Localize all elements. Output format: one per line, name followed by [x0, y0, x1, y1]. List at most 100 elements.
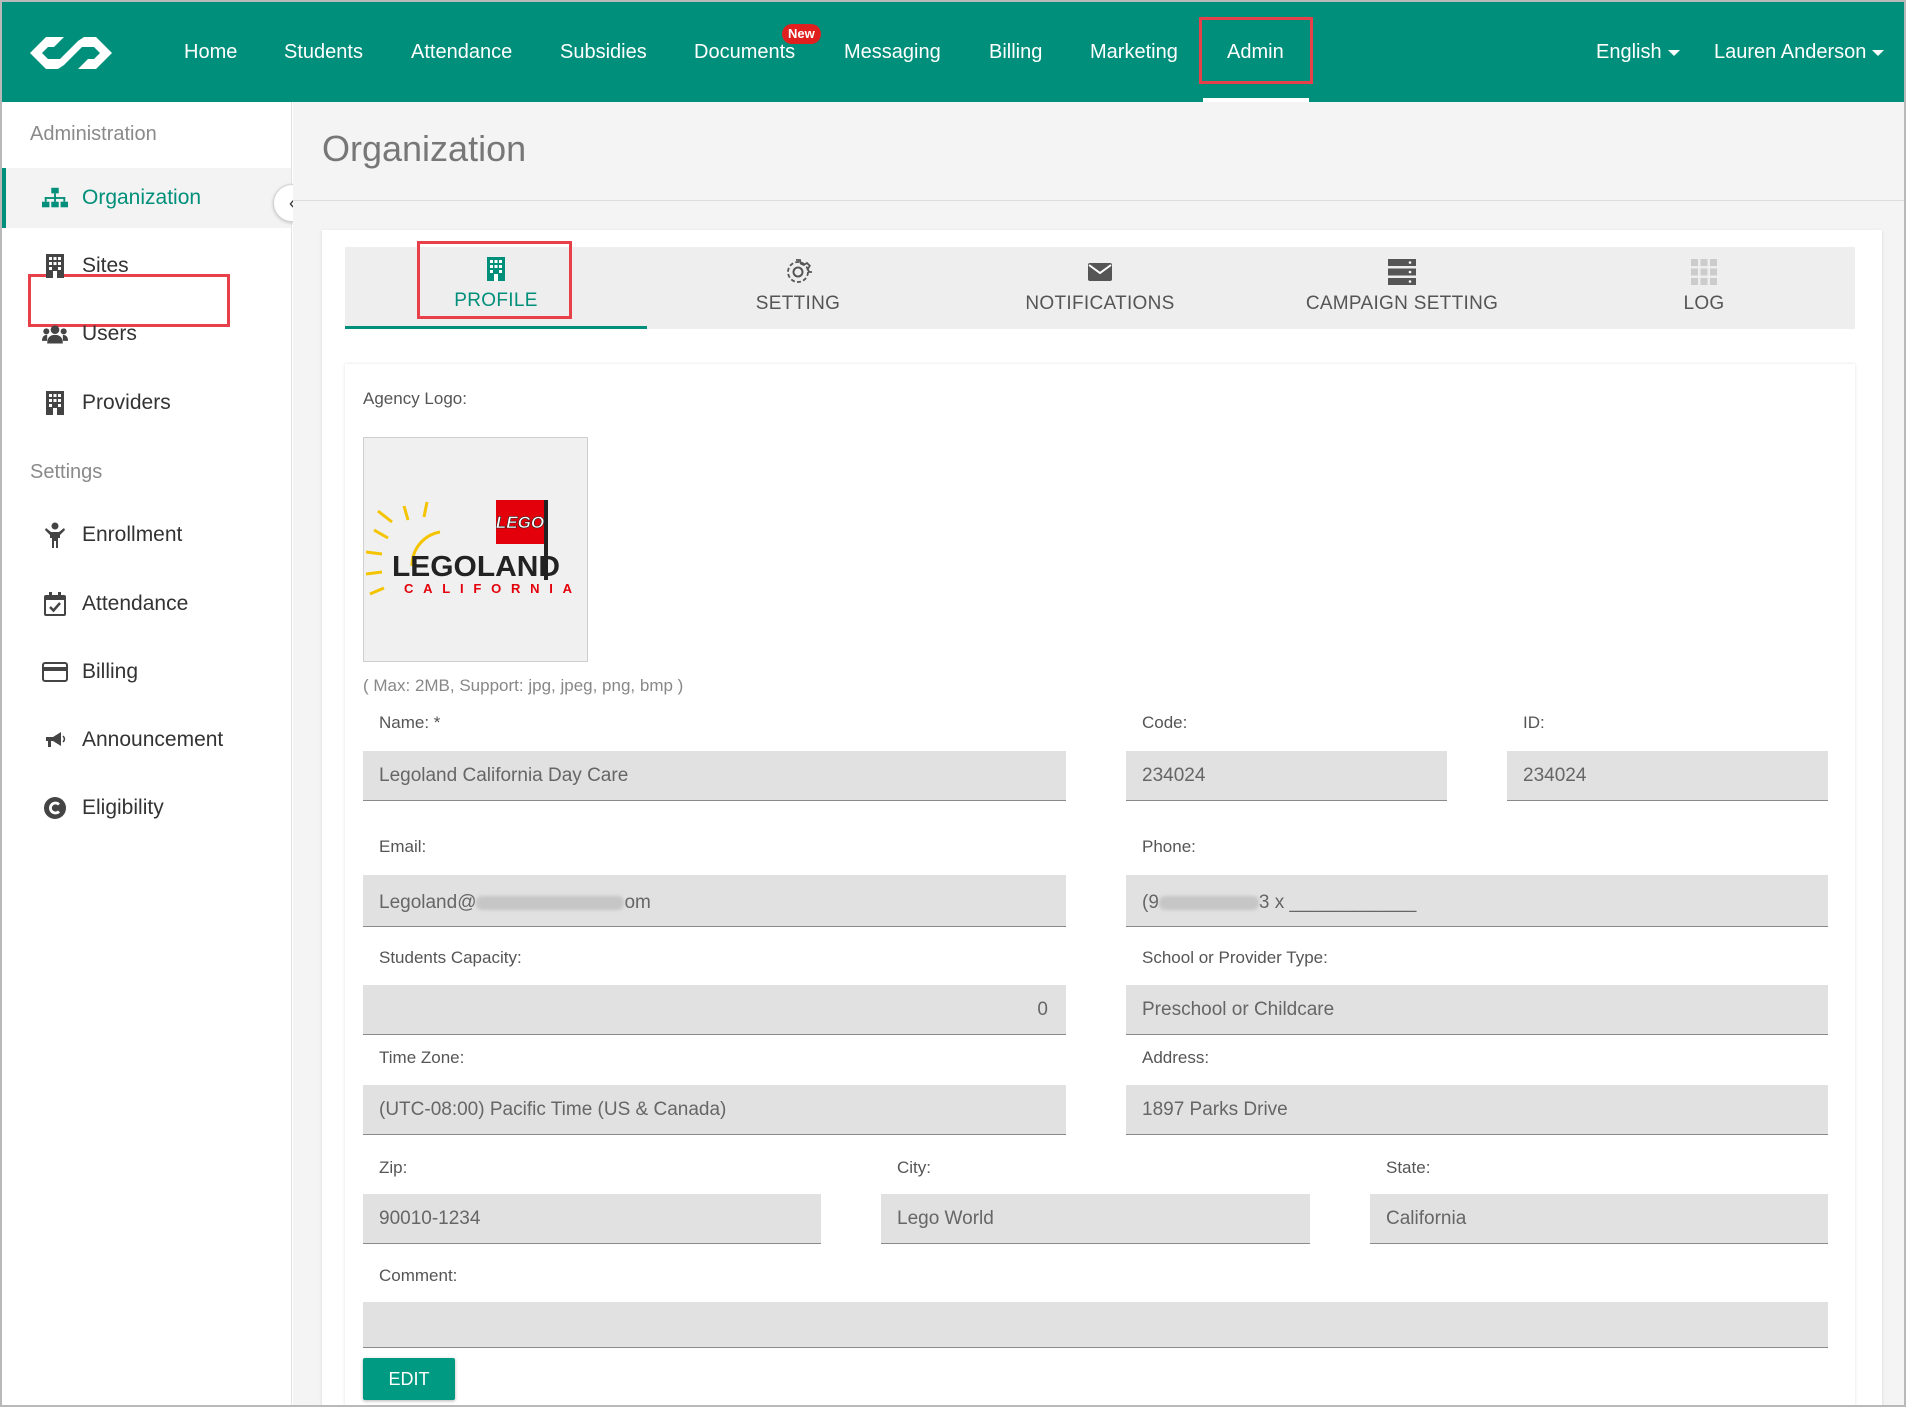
chevron-down-icon — [1667, 49, 1680, 56]
nav-attendance[interactable]: Attendance — [411, 2, 512, 102]
nav-subsidies[interactable]: Subsidies — [560, 2, 647, 102]
calendar-check-icon — [42, 591, 68, 617]
time-zone-label: Time Zone: — [379, 1048, 465, 1067]
sidebar-item-sites[interactable]: Sites — [2, 236, 291, 296]
city-label: City: — [897, 1158, 931, 1177]
sidebar-item-billing[interactable]: Billing — [2, 642, 291, 702]
sidebar-item-label: Providers — [82, 391, 171, 414]
bullhorn-icon — [42, 727, 68, 753]
admin-highlight-box — [1199, 17, 1313, 84]
tab-notifications[interactable]: NOTIFICATIONS — [949, 247, 1251, 329]
nav-documents[interactable]: Documents — [694, 2, 795, 102]
user-menu[interactable]: Lauren Anderson — [1714, 2, 1885, 102]
title-divider — [293, 200, 1904, 201]
sidebar-item-label: Attendance — [82, 592, 189, 615]
logo-california-text: CALIFORNIA — [404, 581, 573, 596]
sidebar-item-announcement[interactable]: Announcement — [2, 710, 291, 770]
page-title: Organization — [322, 128, 527, 169]
students-capacity-field[interactable]: 0 — [363, 985, 1066, 1035]
phone-field[interactable]: (9 3 x ____________ — [1126, 875, 1828, 927]
comment-field[interactable] — [363, 1302, 1828, 1348]
zip-field[interactable]: 90010-1234 — [363, 1194, 821, 1244]
sidebar-item-eligibility[interactable]: Eligibility — [2, 778, 291, 838]
id-label: ID: — [1523, 713, 1545, 732]
copyright-icon — [42, 795, 68, 821]
code-field[interactable]: 234024 — [1126, 751, 1447, 801]
top-navbar: Home Students Attendance Subsidies Docum… — [2, 2, 1904, 102]
name-field[interactable]: Legoland California Day Care — [363, 751, 1066, 801]
profile-highlight-box — [417, 241, 572, 319]
email-suffix: om — [624, 892, 651, 913]
building-icon — [42, 253, 68, 279]
sidebar-item-providers[interactable]: Providers — [2, 373, 291, 433]
tab-label: LOG — [1683, 293, 1725, 314]
address-field[interactable]: 1897 Parks Drive — [1126, 1085, 1828, 1135]
address-label: Address: — [1142, 1048, 1210, 1067]
user-name: Lauren Anderson — [1714, 41, 1867, 63]
email-label: Email: — [379, 837, 427, 856]
comment-label: Comment: — [379, 1266, 458, 1285]
phone-prefix: (9 — [1142, 892, 1159, 913]
edit-button[interactable]: EDIT — [363, 1358, 455, 1400]
child-icon — [42, 522, 68, 548]
redacted-email-blur — [476, 895, 625, 910]
code-label: Code: — [1142, 713, 1188, 732]
nav-billing[interactable]: Billing — [989, 2, 1042, 102]
users-icon — [42, 321, 68, 347]
city-field[interactable]: Lego World — [881, 1194, 1310, 1244]
phone-suffix: 3 x ____________ — [1258, 892, 1417, 913]
sidebar-header-administration: Administration — [30, 123, 157, 145]
logo-upload-hint: ( Max: 2MB, Support: jpg, jpeg, png, bmp… — [363, 676, 684, 695]
gear-icon — [784, 257, 812, 287]
building-icon — [42, 390, 68, 416]
app-logo-icon[interactable] — [26, 30, 116, 76]
language-label: English — [1596, 41, 1662, 63]
zip-label: Zip: — [379, 1158, 408, 1177]
provider-type-field[interactable]: Preschool or Childcare — [1126, 985, 1828, 1035]
chevron-down-icon — [1872, 49, 1885, 56]
tab-label: CAMPAIGN SETTING — [1305, 293, 1499, 314]
state-label: State: — [1386, 1158, 1431, 1177]
name-label: Name: * — [379, 713, 441, 732]
sidebar-item-users[interactable]: Users — [2, 304, 291, 364]
envelope-icon — [1088, 257, 1112, 287]
server-icon — [1388, 257, 1416, 287]
sidebar-header-settings: Settings — [30, 461, 103, 483]
state-field[interactable]: California — [1370, 1194, 1828, 1244]
sidebar-item-attendance[interactable]: Attendance — [2, 574, 291, 634]
provider-type-label: School or Provider Type: — [1142, 948, 1328, 967]
email-prefix: Legoland@ — [379, 892, 477, 913]
students-capacity-label: Students Capacity: — [379, 948, 522, 967]
email-field[interactable]: Legoland@ om — [363, 875, 1066, 927]
phone-label: Phone: — [1142, 837, 1196, 856]
sidebar-item-enrollment[interactable]: Enrollment — [2, 505, 291, 565]
sidebar-item-label: Billing — [82, 660, 139, 683]
sidebar-item-label: Eligibility — [82, 796, 164, 819]
id-field[interactable]: 234024 — [1507, 751, 1828, 801]
nav-home[interactable]: Home — [184, 2, 237, 102]
sidebar: Administration Organization Sites Users — [2, 102, 292, 1405]
sidebar-item-label: Organization — [82, 186, 202, 209]
tab-log[interactable]: LOG — [1553, 247, 1855, 329]
agency-logo-label: Agency Logo: — [363, 389, 467, 408]
nav-marketing[interactable]: Marketing — [1090, 2, 1178, 102]
sidebar-item-label: Enrollment — [82, 523, 183, 546]
time-zone-field[interactable]: (UTC-08:00) Pacific Time (US & Canada) — [363, 1085, 1066, 1135]
tab-label: NOTIFICATIONS — [1025, 293, 1175, 314]
nav-messaging[interactable]: Messaging — [844, 2, 941, 102]
sidebar-item-label: Announcement — [82, 728, 224, 751]
agency-logo-upload[interactable]: LEGO LEGOLAND CALIFORNIA — [363, 437, 588, 662]
nav-students[interactable]: Students — [284, 2, 363, 102]
legoland-logo-image: LEGO LEGOLAND CALIFORNIA — [365, 500, 573, 596]
redacted-phone-blur — [1158, 895, 1259, 910]
sidebar-item-organization[interactable]: Organization — [2, 168, 291, 228]
tab-setting[interactable]: SETTING — [647, 247, 949, 329]
sidebar-item-label: Users — [82, 322, 137, 345]
logo-legoland-text: LEGOLAND — [392, 551, 560, 583]
app-window: Home Students Attendance Subsidies Docum… — [0, 0, 1906, 1407]
language-dropdown[interactable]: English — [1596, 2, 1680, 102]
tab-campaign-setting[interactable]: CAMPAIGN SETTING — [1251, 247, 1553, 329]
logo-lego-text: LEGO — [496, 513, 544, 532]
new-badge: New — [782, 24, 821, 44]
credit-card-icon — [42, 659, 68, 685]
